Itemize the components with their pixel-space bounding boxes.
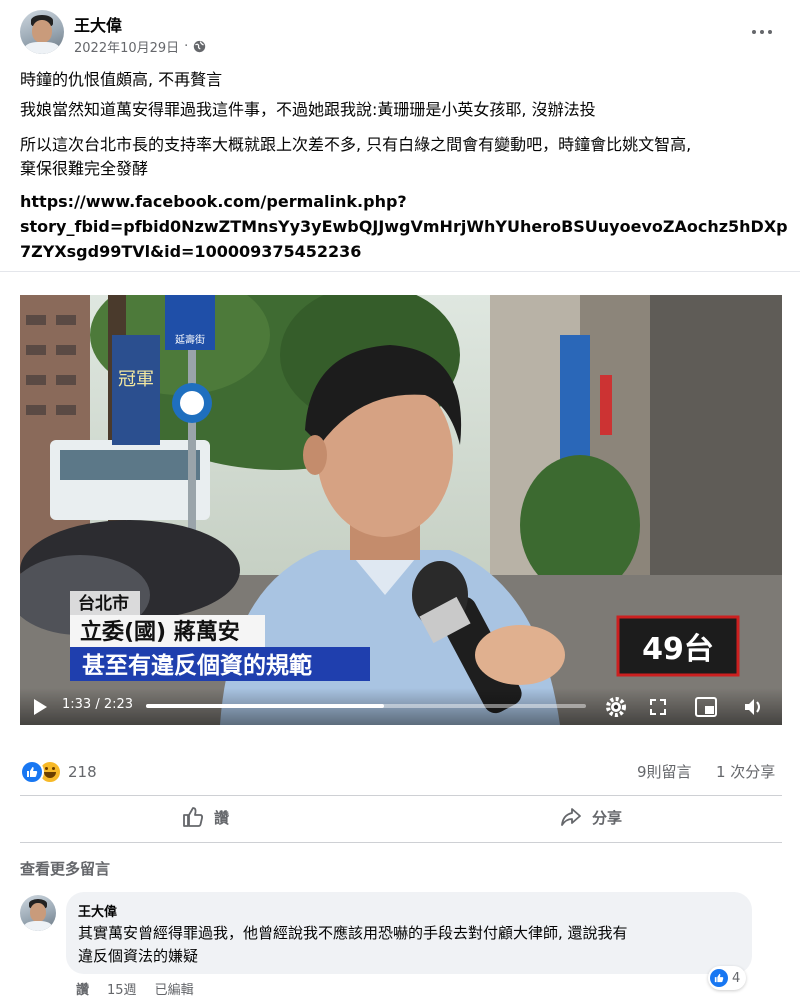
more-dots-icon [752,30,772,34]
video-time: 1:33 / 2:23 [62,697,134,712]
subtitle-text: 甚至有違反個資的規範 [82,652,312,679]
video-progress-track[interactable] [146,704,586,708]
comment-like-icon [710,969,728,987]
post-paragraph-3-line2: 棄保很難完全發酵 [20,159,149,178]
video-progress-fill [146,704,384,708]
volume-icon[interactable] [742,696,766,718]
store-sign-text: 冠軍 [118,369,154,390]
view-more-comments[interactable]: 查看更多留言 [20,858,110,879]
commenter-avatar[interactable] [20,895,56,931]
comment-text: 其實萬安曾經得罪過我，他曾經說我不應該用恐嚇的手段去對付顧大律師, 還說我有 違… [78,922,628,968]
comment-author[interactable]: 王大偉 [78,901,117,920]
like-button[interactable]: 讚 [182,806,229,828]
comment-text-line1: 其實萬安曾經得罪過我，他曾經說我不應該用恐嚇的手段去對付顧大律師, 還說我有 [78,924,628,942]
post-paragraph-1: 時鐘的仇恨值頗高, 不再贅言 [20,70,223,89]
video-controls: 1:33 / 2:23 [20,688,782,725]
comment-count[interactable]: 9則留言 [637,761,692,782]
share-count[interactable]: 1 次分享 [716,761,775,782]
comment-reaction-count: 4 [732,970,741,986]
speaker-tag: 立委(國) 蔣萬安 [80,619,240,645]
more-options-button[interactable] [752,22,776,42]
expand-icon[interactable] [648,697,668,717]
video-frame: 冠軍 延壽街 台北市 立委(國) 蔣萬安 甚至有違反個資的規範 49台 [20,295,782,725]
like-reaction-icon [20,760,44,784]
divider [20,795,782,796]
divider [20,842,782,843]
share-button[interactable]: 分享 [560,806,622,828]
post-author[interactable]: 王大偉 [74,12,122,36]
street-sign-text: 延壽街 [175,333,205,346]
post-link-line3[interactable]: 7ZYXsgd99TVl&id=100009375452236 [20,239,788,264]
share-button-label: 分享 [592,808,623,827]
comment-like-link[interactable]: 讚 [76,979,89,998]
thumbs-up-icon [183,807,204,827]
reaction-summary[interactable]: 218 [20,760,97,784]
gear-icon[interactable] [605,696,627,718]
post-paragraph-3: 所以這次台北市長的支持率大概就跟上次差不多, 只有白綠之間會有變動吧，時鐘會比姚… [20,133,790,181]
channel-logo: 49台 [642,632,714,667]
location-tag: 台北市 [78,593,129,614]
author-avatar[interactable] [20,10,64,54]
comment-edited[interactable]: 已編輯 [155,979,194,998]
post-link[interactable]: https://www.facebook.com/permalink.php? … [20,189,788,264]
post-paragraph-3-line1: 所以這次台北市長的支持率大概就跟上次差不多, 只有白綠之間會有變動吧，時鐘會比姚… [20,135,692,154]
globe-icon [194,40,206,53]
meta-dot: · [184,39,189,54]
reaction-count[interactable]: 218 [68,763,97,781]
picture-in-picture-icon[interactable] [694,696,718,718]
comment-bubble: 王大偉 其實萬安曾經得罪過我，他曾經說我不應該用恐嚇的手段去對付顧大律師, 還說… [66,892,752,974]
divider [0,271,800,272]
post-meta: 2022年10月29日 · [74,37,206,56]
play-icon[interactable] [32,698,48,716]
comment-time[interactable]: 15週 [107,979,137,998]
video-player[interactable]: 冠軍 延壽街 台北市 立委(國) 蔣萬安 甚至有違反個資的規範 49台 [20,295,782,725]
comment-actions: 讚 15週 已編輯 [76,979,194,998]
like-button-label: 讚 [214,808,230,827]
comment-reactions[interactable]: 4 [708,966,747,990]
post-paragraph-2: 我娘當然知道萬安得罪過我這件事，不過她跟我說:黃珊珊是小英女孩耶, 沒辦法投 [20,100,596,119]
post-link-line2[interactable]: story_fbid=pfbid0NzwZTMnsYy3yEwbQJJwgVmH… [20,214,788,239]
share-arrow-icon [561,808,581,826]
post-link-line1[interactable]: https://www.facebook.com/permalink.php? [20,189,788,214]
comment-text-line2: 違反個資法的嫌疑 [78,947,199,965]
post-date[interactable]: 2022年10月29日 [74,37,179,56]
